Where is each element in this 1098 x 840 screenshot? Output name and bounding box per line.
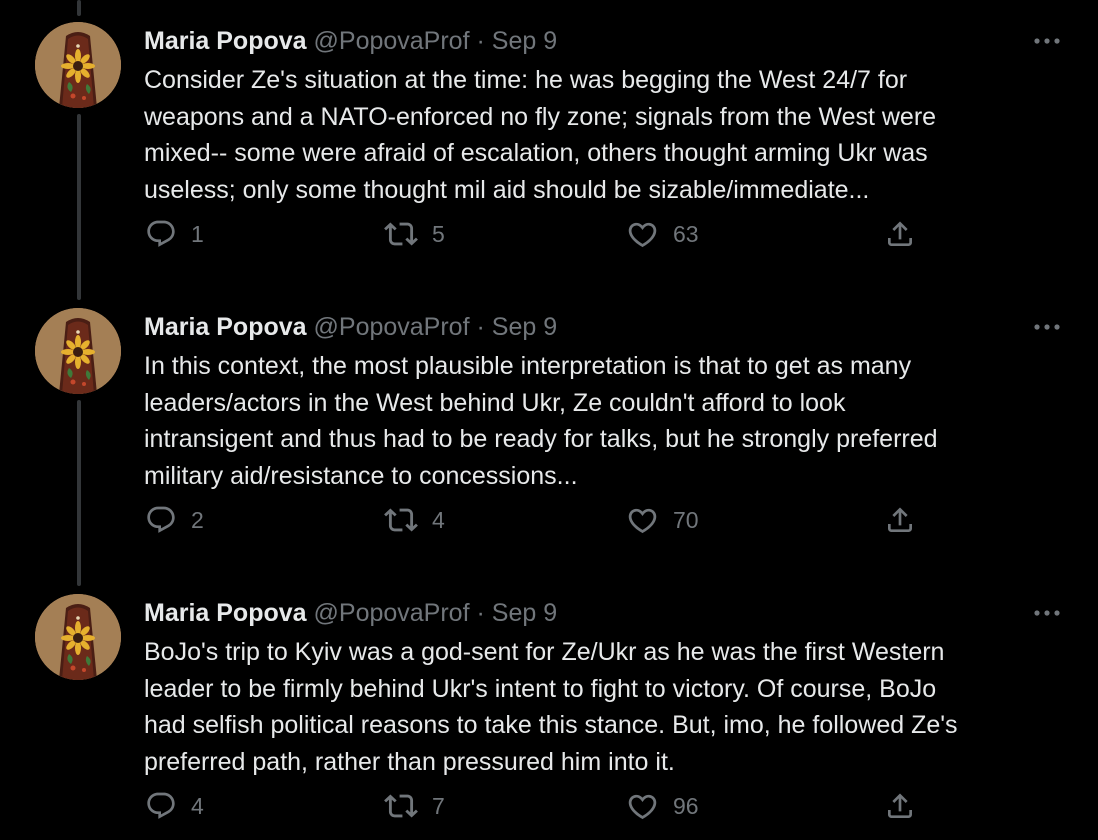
tweet-text-line: mixed-- some were afraid of escalation, …: [144, 139, 928, 167]
tweet-text-line: had selfish political reasons to take th…: [144, 711, 958, 739]
tweet-text-line: useless; only some thought mil aid shoul…: [144, 175, 870, 204]
reply-count: 2: [191, 506, 204, 533]
retweet-count: 7: [432, 792, 445, 819]
like-count: 70: [673, 506, 699, 533]
retweet-button[interactable]: 4: [384, 502, 445, 538]
heart-icon: [626, 218, 659, 251]
tweet-date[interactable]: Sep 9: [492, 27, 557, 55]
tweet-text-line: In this context, the most plausible inte…: [144, 352, 912, 380]
reply-count: 4: [191, 792, 204, 819]
reply-icon: [145, 504, 177, 536]
tweet-header: Maria Popova @PopovaProf · Sep 9: [144, 597, 557, 629]
author-handle[interactable]: @PopovaProf: [314, 27, 470, 55]
share-icon: [884, 790, 916, 822]
author-handle[interactable]: @PopovaProf: [314, 599, 470, 627]
reply-button[interactable]: 1: [145, 216, 204, 252]
separator-dot: ·: [476, 313, 485, 341]
tweet[interactable]: Maria Popova @PopovaProf · Sep 9 Conside…: [0, 0, 1098, 300]
retweet-icon: [384, 503, 418, 537]
more-options-icon[interactable]: [1030, 600, 1064, 626]
separator-dot: ·: [476, 599, 485, 627]
tweet-header: Maria Popova @PopovaProf · Sep 9: [144, 311, 557, 343]
share-icon: [884, 504, 916, 536]
like-button[interactable]: 96: [626, 788, 699, 824]
share-button[interactable]: [884, 788, 916, 824]
reply-button[interactable]: 4: [145, 788, 204, 824]
tweet-text-line: intransigent and thus had to be ready fo…: [144, 425, 938, 453]
tweet-text-line: leaders/actors in the West behind Ukr, Z…: [144, 388, 846, 417]
separator-dot: ·: [476, 27, 485, 55]
retweet-count: 5: [432, 220, 445, 247]
tweet-date[interactable]: Sep 9: [492, 313, 557, 341]
share-icon: [884, 218, 916, 250]
tweet[interactable]: Maria Popova @PopovaProf · Sep 9 BoJo's …: [0, 572, 1098, 840]
author-name[interactable]: Maria Popova: [144, 27, 307, 55]
thread-connector-line: [77, 0, 81, 16]
share-button[interactable]: [884, 502, 916, 538]
like-count: 63: [673, 220, 699, 247]
like-button[interactable]: 63: [626, 216, 699, 252]
tweet[interactable]: Maria Popova @PopovaProf · Sep 9 In this…: [0, 286, 1098, 586]
tweet-text-line: military aid/resistance to concessions..…: [144, 461, 578, 490]
retweet-button[interactable]: 7: [384, 788, 445, 824]
tweet-text: In this context, the most plausible inte…: [144, 348, 1064, 494]
tweet-text: BoJo's trip to Kyiv was a god-sent for Z…: [144, 634, 1064, 780]
author-name[interactable]: Maria Popova: [144, 313, 307, 341]
tweet-thread: Maria Popova @PopovaProf · Sep 9 Conside…: [0, 0, 1098, 840]
like-count: 96: [673, 792, 699, 819]
thread-connector-line: [77, 400, 81, 586]
author-handle[interactable]: @PopovaProf: [314, 313, 470, 341]
tweet-text-line: BoJo's trip to Kyiv was a god-sent for Z…: [144, 638, 945, 666]
avatar[interactable]: [35, 22, 121, 108]
retweet-button[interactable]: 5: [384, 216, 445, 252]
tweet-text-line: leader to be firmly behind Ukr's intent …: [144, 674, 937, 703]
avatar[interactable]: [35, 594, 121, 680]
more-options-icon[interactable]: [1030, 314, 1064, 340]
share-button[interactable]: [884, 216, 916, 252]
author-name[interactable]: Maria Popova: [144, 599, 307, 627]
reply-icon: [145, 218, 177, 250]
tweet-header: Maria Popova @PopovaProf · Sep 9: [144, 25, 557, 57]
retweet-icon: [384, 217, 418, 251]
thread-connector-line: [77, 114, 81, 300]
more-options-icon[interactable]: [1030, 28, 1064, 54]
tweet-text-line: weapons and a NATO-enforced no fly zone;…: [144, 102, 937, 131]
heart-icon: [626, 790, 659, 823]
retweet-icon: [384, 789, 418, 823]
reply-icon: [145, 790, 177, 822]
tweet-text-line: preferred path, rather than pressured hi…: [144, 747, 675, 776]
avatar[interactable]: [35, 308, 121, 394]
tweet-date[interactable]: Sep 9: [492, 599, 557, 627]
heart-icon: [626, 504, 659, 537]
reply-count: 1: [191, 220, 204, 247]
reply-button[interactable]: 2: [145, 502, 204, 538]
like-button[interactable]: 70: [626, 502, 699, 538]
tweet-text-line: Consider Ze's situation at the time: he …: [144, 66, 908, 94]
tweet-text: Consider Ze's situation at the time: he …: [144, 62, 1064, 208]
retweet-count: 4: [432, 506, 445, 533]
